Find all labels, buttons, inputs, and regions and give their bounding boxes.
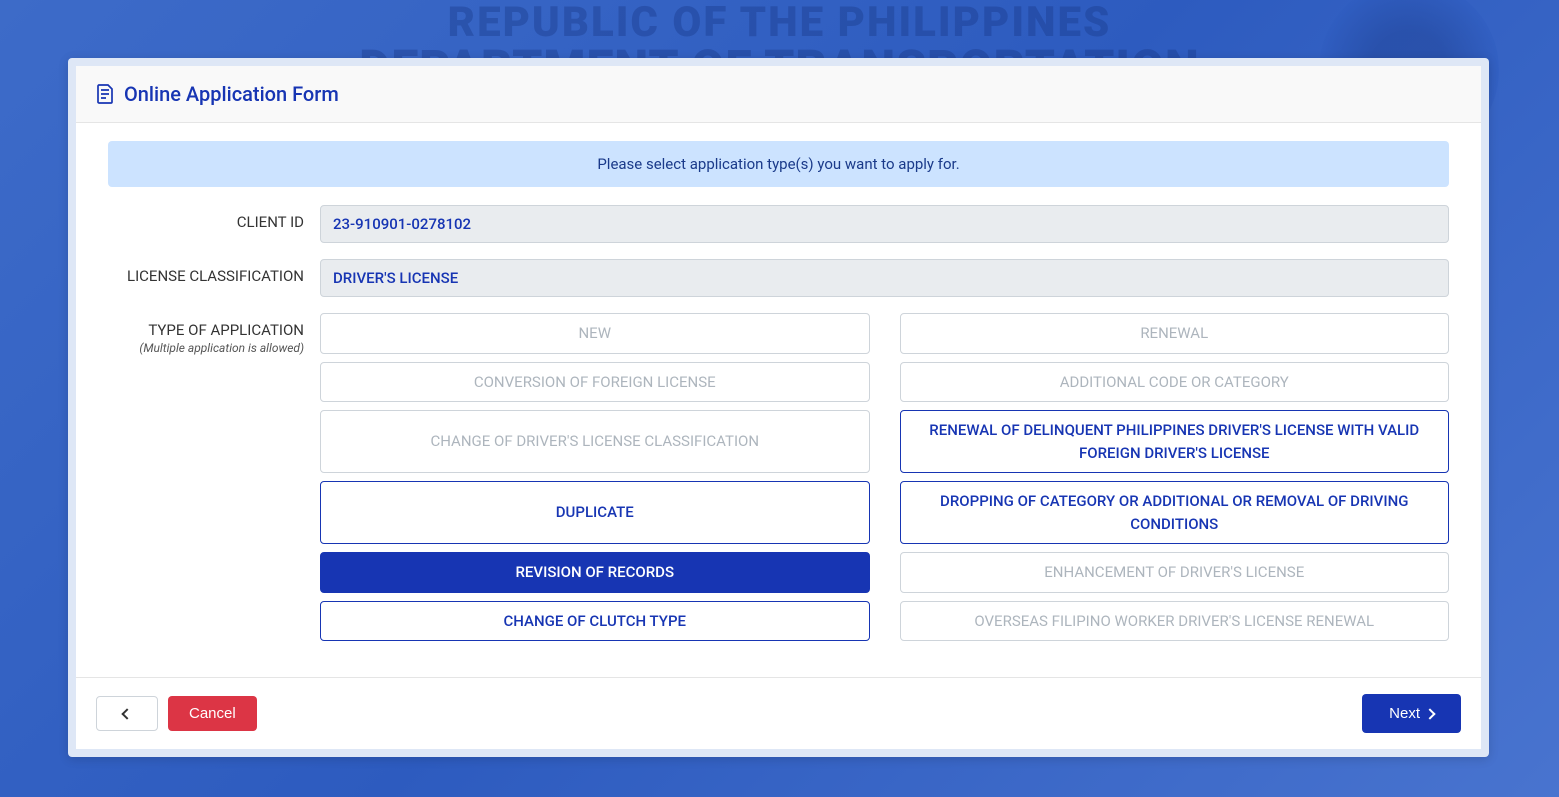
next-button-label: Next: [1389, 705, 1420, 722]
footer-left-group: Cancel: [96, 696, 257, 731]
application-type-option[interactable]: ENHANCEMENT OF DRIVER'S LICENSE: [900, 552, 1450, 593]
chevron-left-icon: [121, 708, 132, 719]
chevron-right-icon: [1424, 708, 1435, 719]
application-type-option[interactable]: OVERSEAS FILIPINO WORKER DRIVER'S LICENS…: [900, 601, 1450, 642]
application-type-option[interactable]: DROPPING OF CATEGORY OR ADDITIONAL OR RE…: [900, 481, 1450, 544]
type-label-main: TYPE OF APPLICATION: [148, 321, 304, 339]
card-footer: Cancel Next: [76, 677, 1481, 749]
application-type-option[interactable]: RENEWAL OF DELINQUENT PHILIPPINES DRIVER…: [900, 410, 1450, 473]
application-type-option[interactable]: CONVERSION OF FOREIGN LICENSE: [320, 362, 870, 403]
application-type-option[interactable]: RENEWAL: [900, 313, 1450, 354]
license-classification-label: LICENSE CLASSIFICATION: [108, 259, 320, 285]
application-type-option[interactable]: DUPLICATE: [320, 481, 870, 544]
application-type-option[interactable]: NEW: [320, 313, 870, 354]
application-type-option[interactable]: REVISION OF RECORDS: [320, 552, 870, 593]
client-id-label: CLIENT ID: [108, 205, 320, 231]
application-form-card: Online Application Form Please select ap…: [68, 58, 1489, 757]
card-header: Online Application Form: [76, 66, 1481, 123]
cancel-button[interactable]: Cancel: [168, 696, 257, 731]
next-button[interactable]: Next: [1362, 694, 1461, 733]
type-of-application-row: TYPE OF APPLICATION (Multiple applicatio…: [108, 313, 1449, 641]
card-body: Please select application type(s) you wa…: [76, 123, 1481, 677]
client-id-row: CLIENT ID 23-910901-0278102: [108, 205, 1449, 243]
type-label-sub: (Multiple application is allowed): [108, 341, 304, 355]
license-classification-row: LICENSE CLASSIFICATION DRIVER'S LICENSE: [108, 259, 1449, 297]
info-alert: Please select application type(s) you wa…: [108, 141, 1449, 187]
application-type-option[interactable]: CHANGE OF DRIVER'S LICENSE CLASSIFICATIO…: [320, 410, 870, 473]
application-type-option[interactable]: CHANGE OF CLUTCH TYPE: [320, 601, 870, 642]
back-button[interactable]: [96, 696, 158, 731]
license-classification-field: DRIVER'S LICENSE: [320, 259, 1449, 297]
document-icon: [96, 84, 116, 104]
page-title: Online Application Form: [124, 82, 339, 106]
application-type-option[interactable]: ADDITIONAL CODE OR CATEGORY: [900, 362, 1450, 403]
client-id-field: 23-910901-0278102: [320, 205, 1449, 243]
application-type-grid: NEW RENEWAL CONVERSION OF FOREIGN LICENSE A…: [320, 313, 1449, 641]
type-of-application-label: TYPE OF APPLICATION (Multiple applicatio…: [108, 313, 320, 355]
